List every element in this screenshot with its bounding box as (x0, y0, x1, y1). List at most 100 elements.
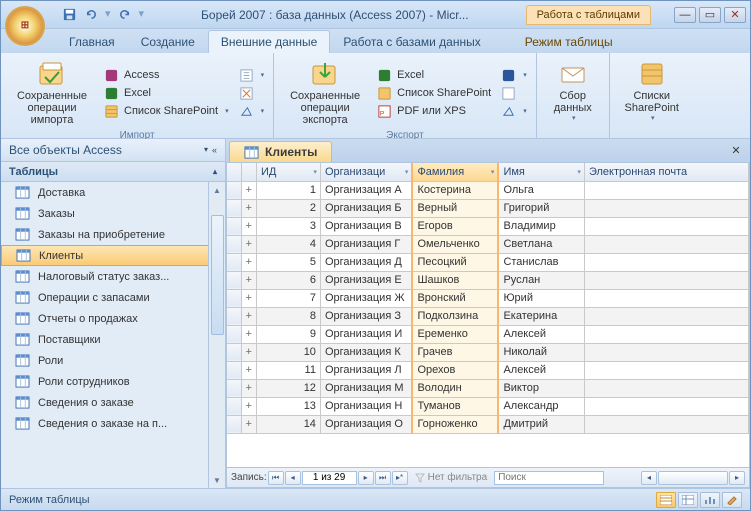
row-header[interactable] (227, 271, 241, 289)
cell-id[interactable]: 4 (256, 235, 320, 253)
cell-firstname[interactable]: Станислав (498, 253, 584, 271)
cell-firstname[interactable]: Александр (498, 397, 584, 415)
hscroll-left[interactable]: ◂ (641, 471, 657, 485)
redo-icon[interactable] (117, 7, 133, 23)
scroll-down-icon[interactable]: ▼ (209, 472, 225, 488)
cell-id[interactable]: 6 (256, 271, 320, 289)
table-row[interactable]: +9Организация ИЕременкоАлексей (227, 325, 749, 343)
next-record-button[interactable]: ▸ (358, 471, 374, 485)
cell-firstname[interactable]: Григорий (498, 199, 584, 217)
cell-org[interactable]: Организация Г (320, 235, 412, 253)
table-row[interactable]: +13Организация НТумановАлександр (227, 397, 749, 415)
cell-email[interactable] (584, 199, 748, 217)
col-header-id[interactable]: ИД▾ (256, 163, 320, 181)
nav-dropdown-icon[interactable]: ▾ (204, 145, 208, 155)
record-search-input[interactable] (494, 471, 604, 485)
row-header[interactable] (227, 307, 241, 325)
cell-lastname[interactable]: Подколзина (412, 307, 498, 325)
table-row[interactable]: +10Организация КГрачевНиколай (227, 343, 749, 361)
cell-firstname[interactable]: Юрий (498, 289, 584, 307)
expand-button[interactable]: + (241, 307, 256, 325)
cell-firstname[interactable]: Ольга (498, 181, 584, 199)
cell-email[interactable] (584, 289, 748, 307)
cell-id[interactable]: 3 (256, 217, 320, 235)
cell-lastname[interactable]: Верный (412, 199, 498, 217)
data-grid[interactable]: ИД▾ Организаци▾ Фамилия▾ Имя▾ Электронна… (227, 163, 749, 467)
cell-email[interactable] (584, 343, 748, 361)
document-tab[interactable]: Клиенты (229, 141, 332, 162)
minimize-button[interactable]: — (674, 7, 696, 23)
cell-lastname[interactable]: Туманов (412, 397, 498, 415)
expand-button[interactable]: + (241, 289, 256, 307)
table-row[interactable]: +1Организация АКостеринаОльга (227, 181, 749, 199)
expand-button[interactable]: + (241, 217, 256, 235)
expand-button[interactable]: + (241, 397, 256, 415)
record-position-input[interactable] (302, 471, 357, 485)
import-more-3[interactable]: ▾ (236, 103, 268, 120)
row-header[interactable] (227, 325, 241, 343)
cell-org[interactable]: Организация М (320, 379, 412, 397)
select-all-header[interactable] (227, 163, 241, 181)
col-header-email[interactable]: Электронная почта (584, 163, 748, 181)
export-text-button[interactable] (498, 85, 530, 102)
row-header[interactable] (227, 361, 241, 379)
row-header[interactable] (227, 235, 241, 253)
cell-email[interactable] (584, 307, 748, 325)
close-button[interactable]: ✕ (724, 7, 746, 23)
nav-item[interactable]: Налоговый статус заказ... (1, 266, 225, 287)
cell-firstname[interactable]: Николай (498, 343, 584, 361)
expand-button[interactable]: + (241, 379, 256, 397)
cell-id[interactable]: 9 (256, 325, 320, 343)
row-header[interactable] (227, 253, 241, 271)
cell-firstname[interactable]: Виктор (498, 379, 584, 397)
nav-item[interactable]: Отчеты о продажах (1, 308, 225, 329)
nav-section-tables[interactable]: Таблицы ▴ (1, 162, 225, 182)
table-row[interactable]: +7Организация ЖВронскийЮрий (227, 289, 749, 307)
cell-lastname[interactable]: Орехов (412, 361, 498, 379)
cell-email[interactable] (584, 415, 748, 433)
collect-data-button[interactable]: Сбор данных▾ (543, 56, 603, 126)
cell-lastname[interactable]: Володин (412, 379, 498, 397)
cell-org[interactable]: Организация О (320, 415, 412, 433)
cell-id[interactable]: 5 (256, 253, 320, 271)
cell-org[interactable]: Организация Б (320, 199, 412, 217)
cell-lastname[interactable]: Вронский (412, 289, 498, 307)
cell-email[interactable] (584, 397, 748, 415)
first-record-button[interactable]: ⏮ (268, 471, 284, 485)
cell-org[interactable]: Организация К (320, 343, 412, 361)
tab-create[interactable]: Создание (128, 30, 208, 53)
expand-button[interactable]: + (241, 271, 256, 289)
cell-id[interactable]: 1 (256, 181, 320, 199)
undo-icon[interactable] (83, 7, 99, 23)
import-access-button[interactable]: Access (101, 67, 232, 84)
cell-id[interactable]: 10 (256, 343, 320, 361)
nav-item[interactable]: Заказы на приобретение (1, 224, 225, 245)
expand-button[interactable]: + (241, 343, 256, 361)
row-header[interactable] (227, 379, 241, 397)
cell-email[interactable] (584, 271, 748, 289)
nav-scrollbar[interactable]: ▲ ▼ (208, 182, 225, 488)
row-header[interactable] (227, 181, 241, 199)
export-word-button[interactable]: ▾ (498, 67, 530, 84)
table-row[interactable]: +5Организация ДПесоцкийСтанислав (227, 253, 749, 271)
cell-org[interactable]: Организация Л (320, 361, 412, 379)
cell-id[interactable]: 8 (256, 307, 320, 325)
nav-item[interactable]: Операции с запасами (1, 287, 225, 308)
cell-lastname[interactable]: Омельченко (412, 235, 498, 253)
new-record-button[interactable]: ▸* (392, 471, 408, 485)
saved-imports-button[interactable]: Сохраненные операции импорта (7, 56, 97, 130)
maximize-button[interactable]: ▭ (699, 7, 721, 23)
import-more-2[interactable] (236, 85, 268, 102)
cell-lastname[interactable]: Грачев (412, 343, 498, 361)
cell-email[interactable] (584, 181, 748, 199)
nav-item[interactable]: Сведения о заказе (1, 392, 225, 413)
table-row[interactable]: +2Организация БВерныйГригорий (227, 199, 749, 217)
cell-email[interactable] (584, 235, 748, 253)
cell-lastname[interactable]: Костерина (412, 181, 498, 199)
nav-header[interactable]: Все объекты Access ▾ « (1, 139, 225, 162)
nav-item[interactable]: Сведения о заказе на п... (1, 413, 225, 434)
close-tab-button[interactable]: ✕ (728, 142, 744, 158)
export-more-button[interactable]: ▾ (498, 103, 530, 120)
office-button[interactable]: ⊞ (5, 6, 45, 46)
expand-button[interactable]: + (241, 199, 256, 217)
